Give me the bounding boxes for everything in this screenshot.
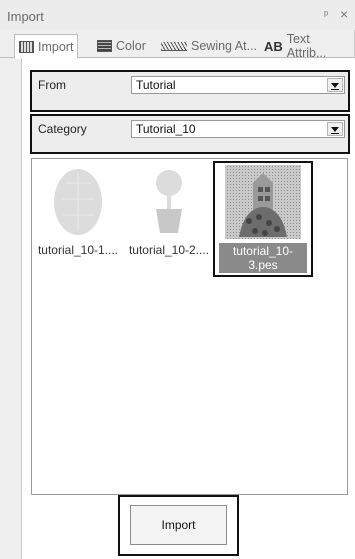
import-icon bbox=[19, 40, 34, 53]
import-panel: Import ᵖ × Import Color Sewing At... AB … bbox=[0, 0, 355, 559]
house-flowers-design-icon bbox=[225, 165, 301, 239]
thumbnail-label: tutorial_10-1.... bbox=[37, 243, 119, 257]
tab-text-label: Text Attrib... bbox=[286, 32, 327, 60]
tab-import-label: Import bbox=[38, 39, 74, 54]
chevron-down-icon[interactable] bbox=[327, 78, 343, 92]
thumbnail-item[interactable]: tutorial_10-2.... bbox=[124, 159, 214, 289]
import-button-frame: Import bbox=[118, 495, 239, 556]
thumbnail-list: tutorial_10-1.... tutorial_10-2.... tuto… bbox=[31, 158, 348, 495]
panel-title: Import bbox=[7, 9, 44, 24]
sewing-icon bbox=[161, 41, 187, 51]
category-select-value: Tutorial_10 bbox=[136, 122, 196, 136]
color-icon bbox=[97, 40, 112, 52]
tab-bar: Import Color Sewing At... AB Text Attrib… bbox=[0, 30, 355, 60]
tab-color-label: Color bbox=[116, 39, 146, 53]
tab-import[interactable]: Import bbox=[14, 34, 79, 59]
potted-tree-design-icon bbox=[156, 170, 182, 233]
chevron-down-icon[interactable] bbox=[327, 122, 343, 136]
thumbnail-label: tutorial_10-2.... bbox=[128, 243, 210, 257]
thumbnail-item-selected[interactable]: tutorial_10-3.pes bbox=[213, 161, 313, 277]
thumbnail-item[interactable]: tutorial_10-1.... bbox=[33, 159, 123, 289]
panel-titlebar: Import ᵖ × bbox=[0, 0, 355, 30]
category-row: Category Tutorial_10 bbox=[30, 114, 350, 154]
tab-text-attributes[interactable]: AB Text Attrib... bbox=[260, 32, 355, 60]
category-select[interactable]: Tutorial_10 bbox=[131, 120, 345, 138]
from-row: From Tutorial bbox=[30, 70, 350, 112]
pin-icon[interactable]: ᵖ bbox=[324, 9, 328, 21]
close-icon[interactable]: × bbox=[340, 6, 348, 22]
egg-design-icon bbox=[54, 169, 102, 235]
category-label: Category bbox=[38, 122, 87, 136]
tab-sewing-attributes[interactable]: Sewing At... bbox=[157, 34, 261, 58]
import-button[interactable]: Import bbox=[130, 505, 227, 545]
from-select[interactable]: Tutorial bbox=[131, 76, 345, 94]
tab-color[interactable]: Color bbox=[93, 34, 150, 58]
tab-sewing-label: Sewing At... bbox=[191, 39, 258, 53]
from-label: From bbox=[38, 78, 66, 92]
text-ab-icon: AB bbox=[264, 38, 283, 54]
thumbnail-label: tutorial_10-3.pes bbox=[219, 243, 307, 273]
from-select-value: Tutorial bbox=[136, 78, 176, 92]
